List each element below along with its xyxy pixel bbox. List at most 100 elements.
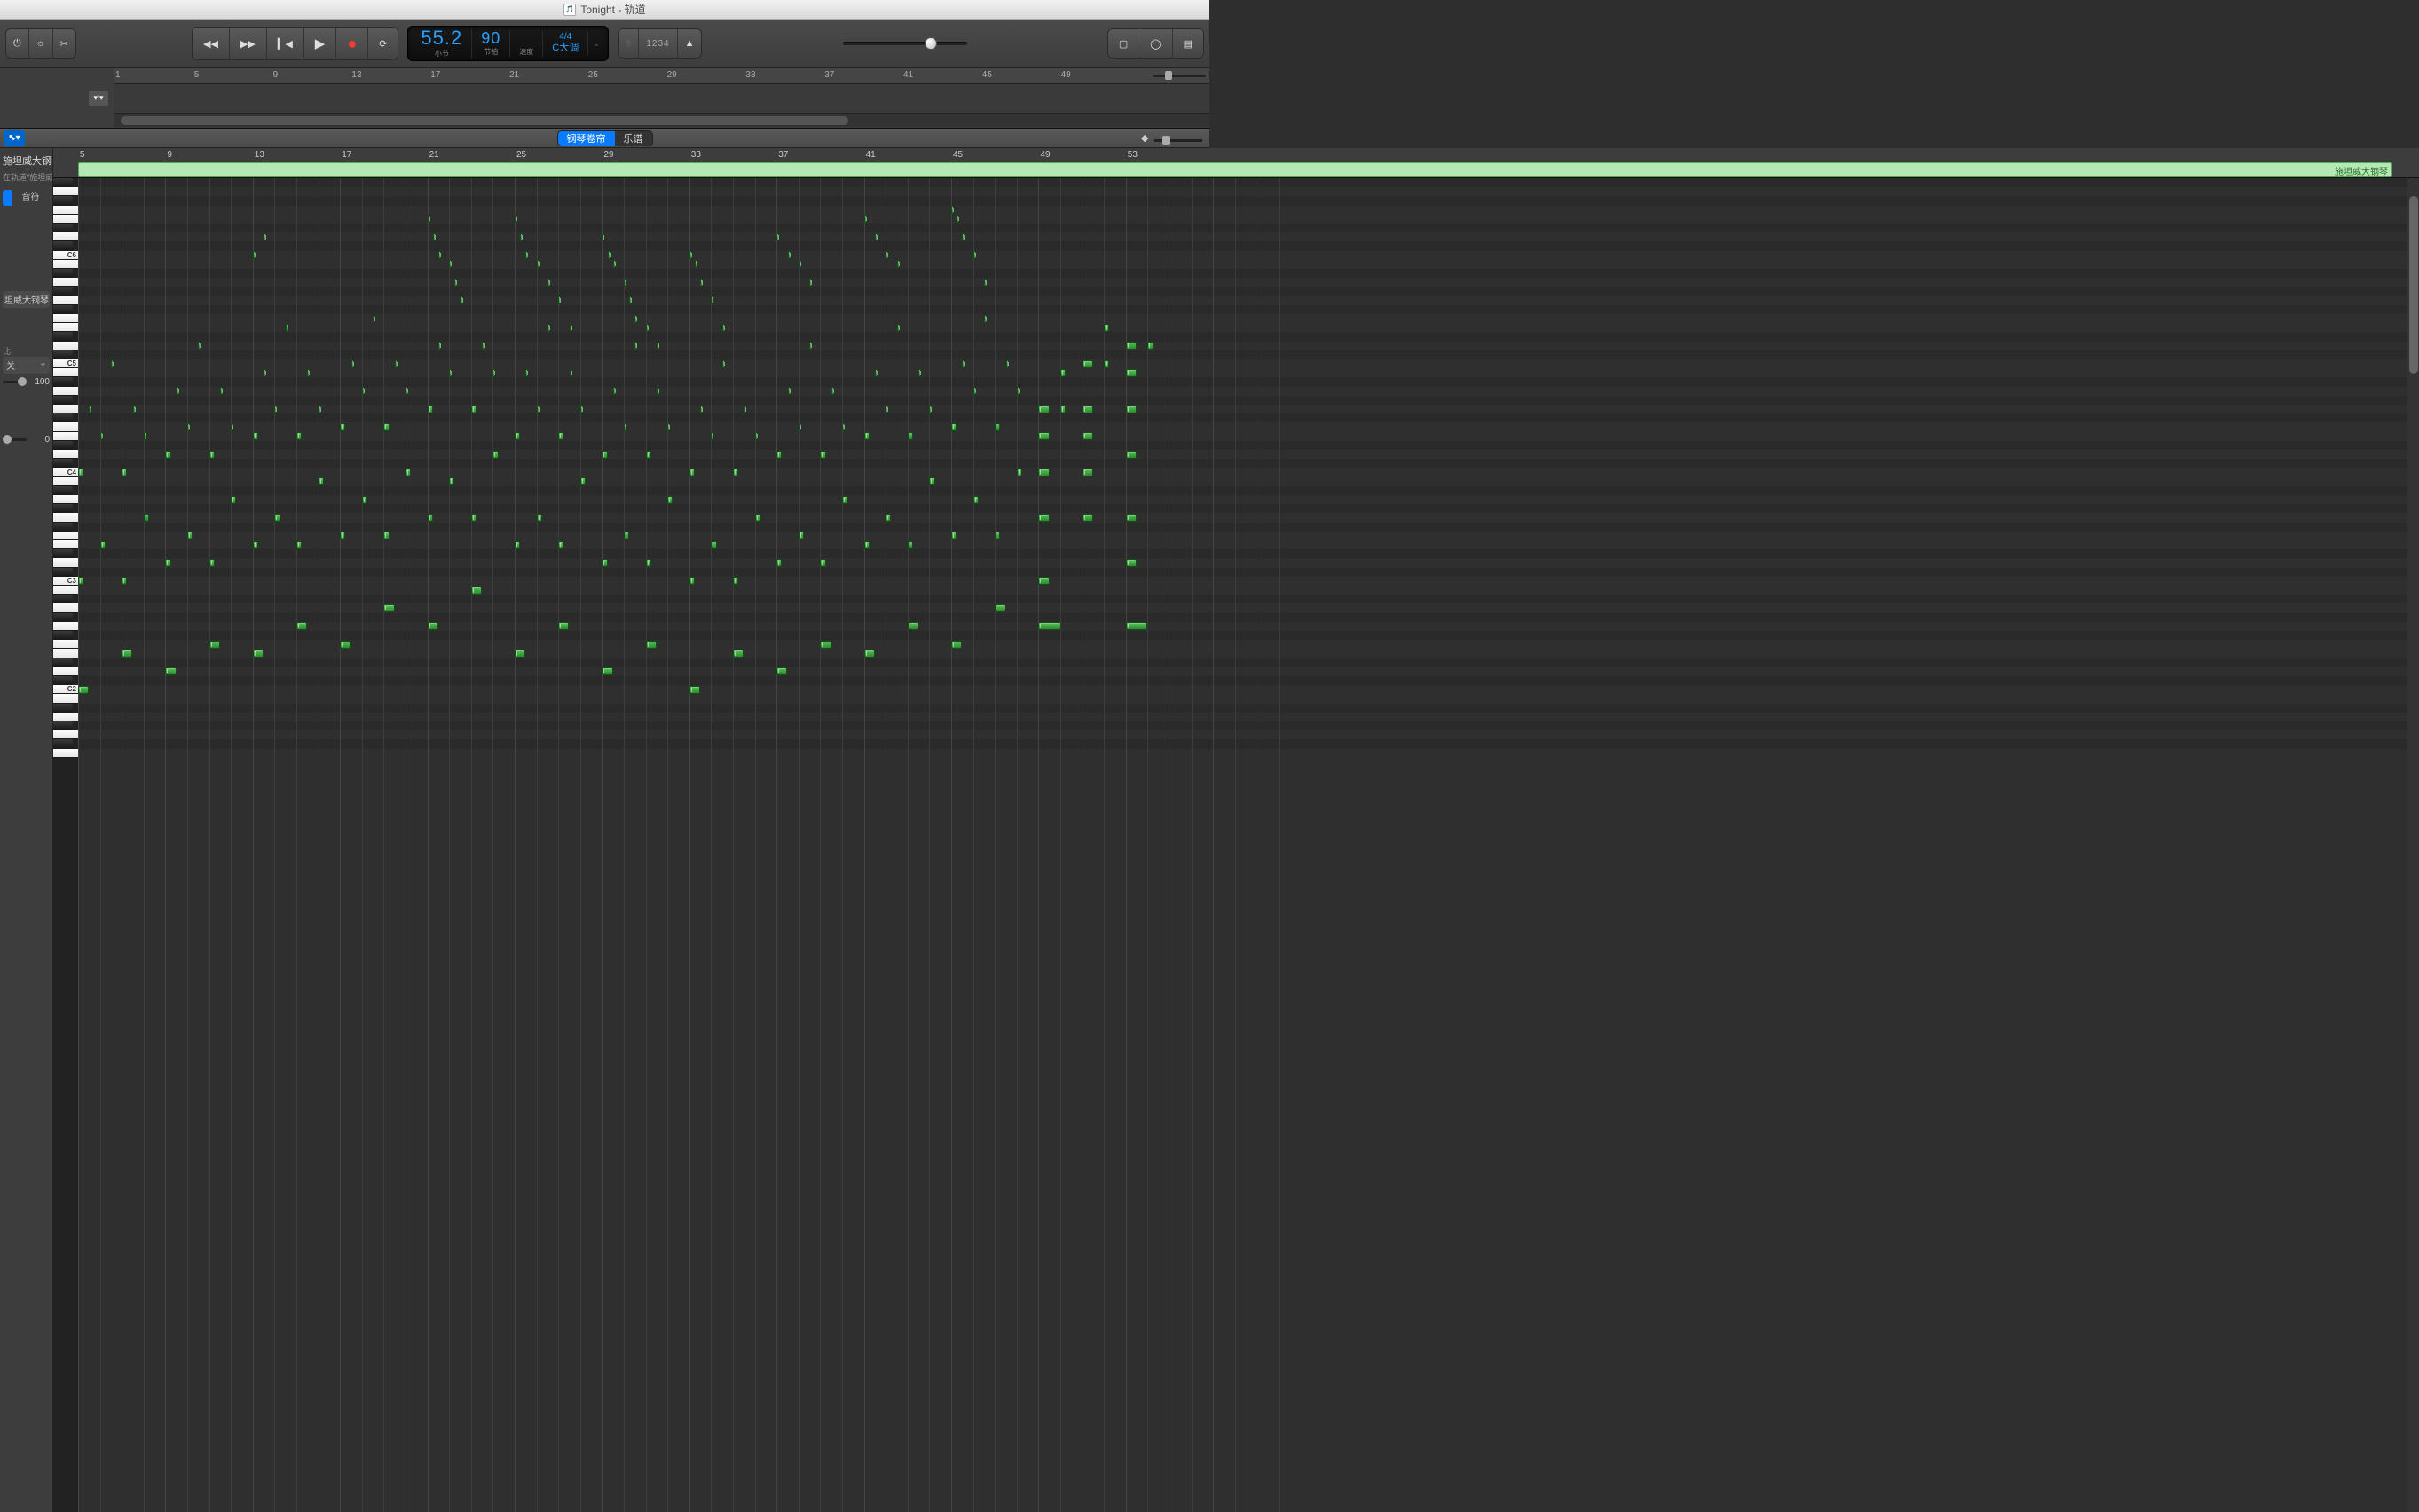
- midi-note[interactable]: [78, 686, 89, 694]
- midi-note[interactable]: [634, 342, 637, 350]
- lcd-mode-chevron[interactable]: ⌄: [588, 39, 604, 49]
- midi-note[interactable]: [340, 532, 345, 539]
- black-key[interactable]: [53, 676, 73, 685]
- quick-help-toggle[interactable]: ☼: [29, 29, 53, 58]
- midi-note[interactable]: [362, 387, 365, 395]
- midi-note[interactable]: [187, 532, 193, 539]
- midi-note[interactable]: [995, 604, 1005, 612]
- midi-note[interactable]: [525, 369, 528, 377]
- white-key[interactable]: [53, 730, 78, 739]
- midi-note[interactable]: [962, 233, 965, 241]
- midi-note[interactable]: [995, 423, 1000, 431]
- midi-note[interactable]: [995, 532, 1000, 539]
- midi-note[interactable]: [471, 406, 477, 413]
- midi-note[interactable]: [296, 622, 307, 630]
- inspector-velocity-slider[interactable]: 100: [3, 377, 50, 387]
- midi-note[interactable]: [461, 296, 463, 304]
- midi-note[interactable]: [362, 496, 367, 504]
- midi-note[interactable]: [537, 514, 542, 522]
- white-key[interactable]: C3: [53, 577, 78, 586]
- midi-note[interactable]: [875, 233, 878, 241]
- inspector-strength-slider[interactable]: 0: [3, 435, 50, 445]
- midi-note[interactable]: [78, 469, 83, 476]
- black-key[interactable]: [53, 704, 73, 713]
- midi-note[interactable]: [580, 477, 586, 485]
- midi-note[interactable]: [820, 641, 831, 649]
- midi-note[interactable]: [515, 650, 525, 658]
- black-key[interactable]: [53, 739, 73, 748]
- midi-note[interactable]: [264, 369, 266, 377]
- midi-note[interactable]: [253, 541, 258, 549]
- midi-note[interactable]: [253, 251, 256, 259]
- piano-roll-ruler[interactable]: 施坦威大钢琴 591317212529333741454953: [78, 148, 2407, 177]
- inspector-quantize-select[interactable]: 关: [3, 357, 50, 374]
- midi-note[interactable]: [515, 432, 520, 440]
- library-toggle[interactable]: ⏻: [6, 29, 29, 58]
- midi-note[interactable]: [274, 514, 280, 522]
- midi-note[interactable]: [187, 423, 190, 431]
- midi-note[interactable]: [1038, 432, 1049, 440]
- midi-note[interactable]: [471, 587, 482, 595]
- arrange-timeline[interactable]: 15913172125293337414549: [114, 68, 1210, 128]
- white-key[interactable]: [53, 450, 78, 459]
- midi-note[interactable]: [1038, 406, 1049, 413]
- midi-note[interactable]: [973, 251, 976, 259]
- midi-note[interactable]: [558, 432, 563, 440]
- midi-note[interactable]: [253, 650, 264, 658]
- midi-note[interactable]: [799, 423, 801, 431]
- midi-note[interactable]: [864, 541, 870, 549]
- midi-note[interactable]: [492, 451, 498, 459]
- white-key[interactable]: [53, 314, 78, 323]
- midi-note[interactable]: [973, 387, 976, 395]
- midi-note[interactable]: [799, 532, 804, 539]
- black-key[interactable]: [53, 350, 73, 359]
- midi-note[interactable]: [1083, 469, 1093, 476]
- snap-icon[interactable]: ◆: [1141, 132, 1154, 145]
- midi-note[interactable]: [296, 432, 302, 440]
- region-header-band[interactable]: 施坦威大钢琴: [78, 162, 2392, 177]
- midi-note[interactable]: [624, 279, 626, 287]
- black-key[interactable]: [53, 305, 73, 314]
- editor-zoom-slider[interactable]: [1154, 135, 1202, 146]
- arrange-h-scrollbar[interactable]: [114, 113, 1210, 127]
- midi-note[interactable]: [755, 514, 760, 522]
- midi-note[interactable]: [646, 324, 649, 332]
- midi-note[interactable]: [537, 406, 540, 413]
- midi-note[interactable]: [1147, 342, 1153, 350]
- midi-note[interactable]: [471, 514, 477, 522]
- white-key[interactable]: [53, 477, 78, 486]
- play-button[interactable]: ▶: [304, 28, 337, 59]
- midi-note[interactable]: [788, 251, 791, 259]
- midi-note[interactable]: [918, 369, 921, 377]
- rewind-button[interactable]: ◀◀: [193, 28, 230, 59]
- midi-note[interactable]: [165, 667, 176, 675]
- white-key[interactable]: C4: [53, 468, 78, 476]
- midi-note[interactable]: [1038, 469, 1049, 476]
- midi-note[interactable]: [744, 406, 746, 413]
- white-key[interactable]: [53, 713, 78, 721]
- midi-note[interactable]: [220, 387, 223, 395]
- media-toggle[interactable]: ▤: [1173, 29, 1203, 58]
- midi-note[interactable]: [613, 387, 616, 395]
- arrange-zoom-slider[interactable]: [1153, 70, 1206, 81]
- midi-note[interactable]: [809, 342, 812, 350]
- midi-note[interactable]: [373, 315, 375, 323]
- midi-note[interactable]: [449, 369, 452, 377]
- midi-note[interactable]: [537, 260, 540, 268]
- midi-note[interactable]: [624, 532, 629, 539]
- midi-note[interactable]: [165, 559, 170, 567]
- midi-note[interactable]: [122, 469, 127, 476]
- white-key[interactable]: [53, 232, 78, 241]
- midi-note[interactable]: [1017, 469, 1022, 476]
- midi-note[interactable]: [864, 432, 870, 440]
- white-key[interactable]: C6: [53, 251, 78, 260]
- white-key[interactable]: [53, 342, 78, 350]
- black-key[interactable]: [53, 523, 73, 532]
- white-key[interactable]: [53, 422, 78, 431]
- black-key[interactable]: [53, 721, 73, 730]
- midi-note[interactable]: [886, 251, 888, 259]
- midi-note[interactable]: [570, 324, 572, 332]
- midi-note[interactable]: [1017, 387, 1020, 395]
- midi-note[interactable]: [89, 406, 91, 413]
- midi-note[interactable]: [1060, 406, 1066, 413]
